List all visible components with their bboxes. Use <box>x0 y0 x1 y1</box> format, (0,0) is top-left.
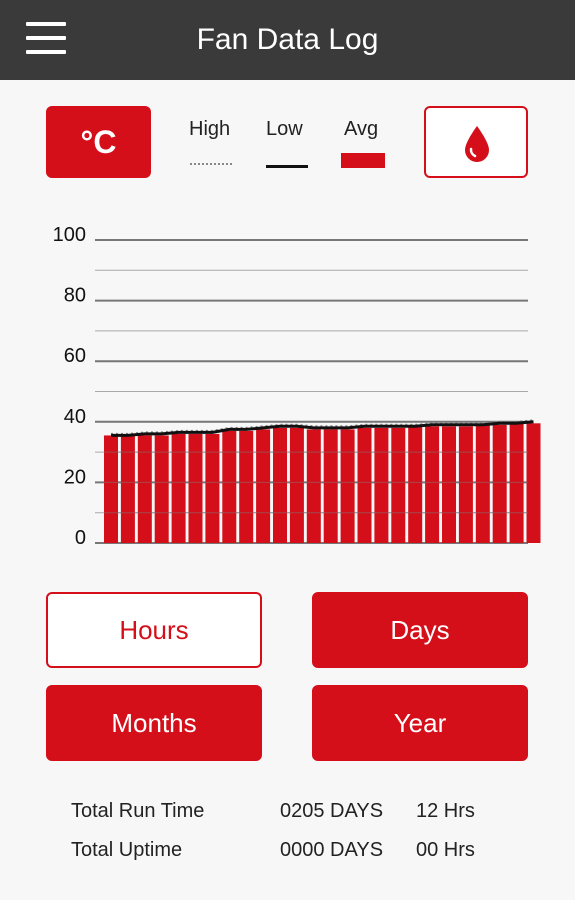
avg-bar <box>171 433 186 543</box>
days-button[interactable]: Days <box>312 592 528 668</box>
run-time-days: 0205 DAYS <box>280 800 384 822</box>
y-tick-label: 60 <box>64 345 86 367</box>
avg-bar <box>222 430 237 543</box>
avg-bar <box>273 427 287 543</box>
avg-bar <box>154 435 169 543</box>
humidity-toggle-button[interactable] <box>424 106 528 178</box>
uptime-days: 0000 DAYS <box>280 839 384 861</box>
temperature-chart: 0 20 40 60 80 100 <box>53 224 541 549</box>
avg-bar <box>408 426 423 543</box>
run-time-label: Total Run Time <box>71 800 205 822</box>
avg-bar <box>475 424 490 543</box>
avg-bar <box>205 433 220 543</box>
avg-bar <box>289 427 304 543</box>
run-time-hours: 12 Hrs <box>416 800 475 822</box>
y-tick-label: 0 <box>75 527 86 549</box>
months-button[interactable]: Months <box>46 685 262 761</box>
uptime-label: Total Uptime <box>71 839 183 861</box>
app-bar: Fan Data Log <box>0 0 575 80</box>
avg-bar <box>357 427 372 543</box>
avg-bar <box>458 426 473 543</box>
avg-bar <box>323 429 338 543</box>
avg-bar <box>374 427 389 543</box>
uptime-hours: 00 Hrs <box>416 839 475 861</box>
avg-bar <box>492 424 507 543</box>
avg-bar <box>256 429 271 543</box>
legend-avg-swatch <box>341 153 385 168</box>
avg-bar <box>391 427 406 543</box>
legend-avg-label: Avg <box>344 118 379 140</box>
avg-bar <box>340 429 355 543</box>
avg-bar <box>239 430 254 543</box>
avg-bar <box>104 435 118 543</box>
avg-bar <box>442 426 456 543</box>
y-tick-label: 80 <box>64 285 86 307</box>
legend-low-swatch <box>266 165 308 168</box>
avg-bar <box>120 435 135 543</box>
avg-bar <box>306 429 321 543</box>
avg-bar <box>509 423 524 543</box>
y-tick-label: 100 <box>53 224 86 246</box>
celsius-toggle-button[interactable]: °C <box>46 106 151 178</box>
avg-bar <box>526 423 541 543</box>
water-drop-icon <box>465 126 489 162</box>
y-tick-label: 20 <box>64 466 86 488</box>
avg-bar <box>188 433 203 543</box>
legend-low-label: Low <box>266 118 303 140</box>
y-tick-label: 40 <box>64 406 86 428</box>
legend-high-label: High <box>189 118 231 140</box>
page-title: Fan Data Log <box>196 23 379 56</box>
year-button[interactable]: Year <box>312 685 528 761</box>
avg-bar <box>137 435 152 543</box>
hours-button[interactable]: Hours <box>46 592 262 668</box>
legend-high-swatch <box>190 163 232 165</box>
avg-bar <box>425 426 440 543</box>
